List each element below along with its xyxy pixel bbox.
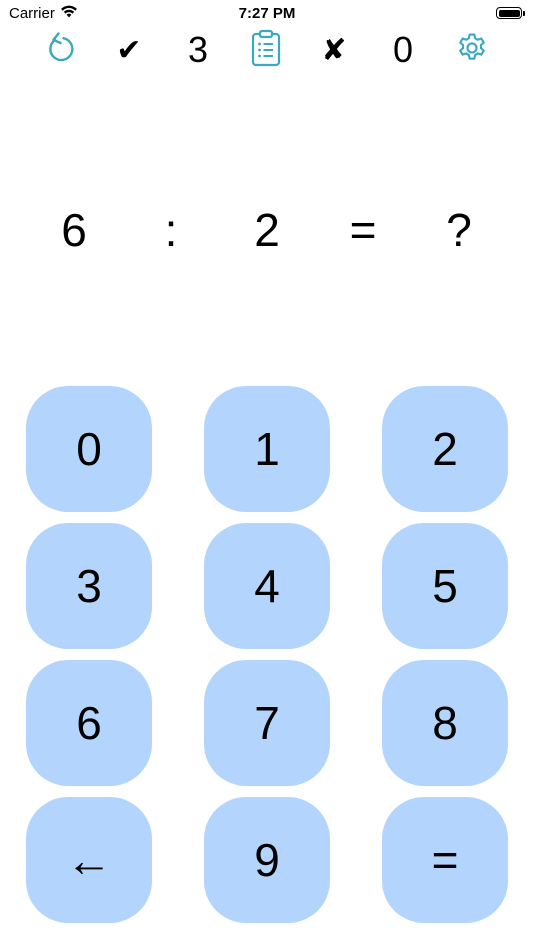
answer-placeholder: ? <box>446 204 472 256</box>
key-9[interactable]: 9 <box>204 797 330 923</box>
key-4[interactable]: 4 <box>204 523 330 649</box>
score-toolbar: ✔ 3 ✘ 0 <box>0 28 534 72</box>
status-bar: Carrier 7:27 PM <box>0 0 534 30</box>
clipboard-list-icon <box>251 29 281 72</box>
key-0[interactable]: 0 <box>26 386 152 512</box>
status-time: 7:27 PM <box>238 5 296 22</box>
key-5[interactable]: 5 <box>382 523 508 649</box>
refresh-icon <box>45 31 77 70</box>
reset-button[interactable] <box>31 28 91 72</box>
wrong-mark: ✘ <box>321 33 347 67</box>
operand-a: 6 <box>61 204 87 256</box>
battery-icon <box>496 6 526 20</box>
operand-b: 2 <box>254 204 280 256</box>
key-6[interactable]: 6 <box>26 660 152 786</box>
operator-sign: : <box>164 204 178 256</box>
correct-mark: ✔ <box>116 33 142 67</box>
settings-button[interactable] <box>442 28 502 72</box>
number-keypad: 0 1 2 3 4 5 6 7 8 ← 9 = <box>0 0 534 950</box>
key-2[interactable]: 2 <box>382 386 508 512</box>
history-button[interactable] <box>236 28 296 72</box>
key-8[interactable]: 8 <box>382 660 508 786</box>
correct-count: 3 <box>187 29 209 70</box>
key-7[interactable]: 7 <box>204 660 330 786</box>
key-1[interactable]: 1 <box>204 386 330 512</box>
equals-key[interactable]: = <box>382 797 508 923</box>
equation-display: 6 : 2 = ? <box>0 200 534 260</box>
equals-sign: = <box>349 204 377 256</box>
wrong-count: 0 <box>392 29 414 70</box>
key-3[interactable]: 3 <box>26 523 152 649</box>
gear-icon <box>455 31 489 70</box>
backspace-key[interactable]: ← <box>26 797 152 923</box>
